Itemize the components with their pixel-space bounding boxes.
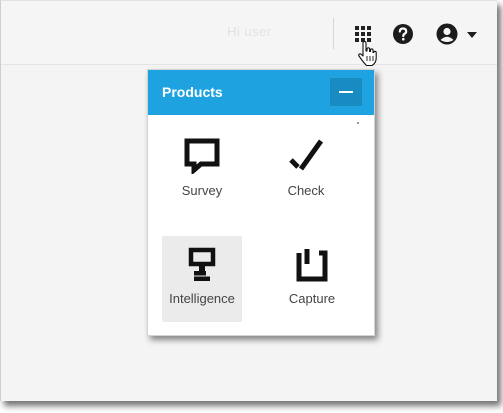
product-tile-intelligence[interactable]: Intelligence <box>162 236 242 322</box>
product-label-check: Check <box>287 183 325 198</box>
top-bar: Hi user <box>1 1 497 65</box>
app-window: Hi user Products Survey Check Intelligen… <box>0 0 497 401</box>
decorative-dot <box>357 122 359 124</box>
grid-icon <box>355 26 371 42</box>
survey-icon <box>184 138 220 174</box>
panel-title: Products <box>162 84 223 100</box>
collapse-button[interactable] <box>330 78 362 106</box>
help-button[interactable] <box>392 23 414 45</box>
account-icon <box>436 23 458 45</box>
caret-down-icon <box>467 32 477 38</box>
product-tile-capture[interactable]: Capture <box>272 236 352 322</box>
toolbar-divider <box>333 18 334 49</box>
account-menu-button[interactable] <box>435 22 481 46</box>
capture-icon <box>296 249 328 282</box>
product-label-intelligence: Intelligence <box>169 291 235 306</box>
help-icon <box>393 24 413 44</box>
faded-header-text: Hi user <box>227 24 272 39</box>
product-tile-survey[interactable]: Survey <box>162 128 242 214</box>
products-panel-header: Products <box>148 70 374 115</box>
check-icon <box>289 139 324 171</box>
product-label-capture: Capture <box>288 291 336 306</box>
intelligence-icon <box>188 247 216 281</box>
products-panel: Products Survey Check Intelligence Captu… <box>147 69 375 336</box>
product-label-survey: Survey <box>181 183 223 198</box>
minus-icon <box>339 91 353 93</box>
product-tile-check[interactable]: Check <box>266 128 346 214</box>
apps-grid-button[interactable] <box>352 23 374 45</box>
